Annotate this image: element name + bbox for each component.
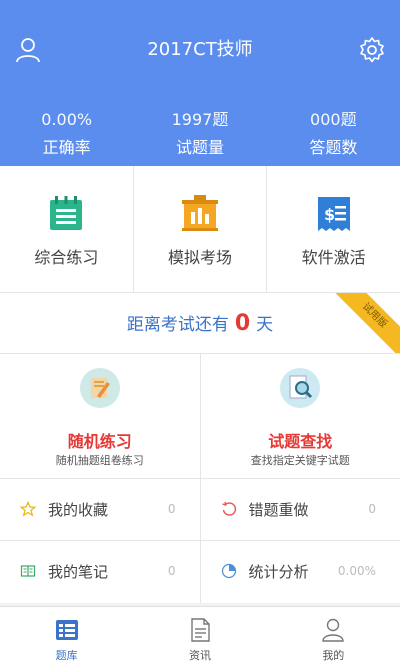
stat-value: 000题 [267, 108, 400, 132]
stat-answered-count: 000题 答题数 [267, 108, 400, 160]
tile-subtitle: 查找指定关键字试题 [201, 452, 400, 468]
countdown-days: 0 [235, 311, 250, 336]
tab-news[interactable]: 资讯 [133, 607, 266, 667]
bottom-tab-bar: 题库 资讯 我的 [0, 606, 400, 667]
mode-label: 软件激活 [267, 244, 400, 268]
countdown-prefix: 距离考试还有 [127, 315, 229, 335]
tab-label: 资讯 [133, 647, 266, 663]
list-item-label: 统计分析 [249, 561, 309, 582]
list-item-label: 错题重做 [249, 499, 309, 520]
stat-value: 0.00% [0, 108, 133, 132]
countdown-text: 距离考试还有 0天 [0, 310, 400, 336]
random-practice-tile[interactable]: 随机练习 随机抽题组卷练习 [0, 354, 201, 478]
tab-question-bank[interactable]: 题库 [0, 607, 133, 667]
stats-row: 0.00% 正确率 1997题 试题量 000题 答题数 [0, 108, 400, 160]
list-item-value: 0 [168, 502, 176, 516]
tab-profile[interactable]: 我的 [267, 607, 400, 667]
app-header: 2017CT技师 0.00% 正确率 1997题 试题量 000题 答题数 [0, 0, 400, 166]
exam-countdown: 距离考试还有0天 试用版 [0, 293, 400, 354]
stat-label: 正确率 [0, 136, 133, 160]
search-document-icon [280, 368, 320, 408]
list-item-label: 我的收藏 [48, 499, 108, 520]
news-icon [187, 617, 213, 643]
mode-label: 模拟考场 [134, 244, 267, 268]
stat-accuracy: 0.00% 正确率 [0, 108, 133, 160]
app-title: 2017CT技师 [0, 36, 400, 64]
mode-software-activation[interactable]: $ 软件激活 [267, 166, 400, 292]
gear-icon[interactable] [358, 36, 386, 64]
question-bank-icon [54, 617, 80, 643]
list-item-value: 0 [168, 564, 176, 578]
stat-question-count: 1997题 试题量 [133, 108, 266, 160]
notes-icon [20, 563, 36, 579]
receipt-icon: $ [314, 194, 354, 234]
stat-label: 答题数 [267, 136, 400, 160]
random-practice-icon [80, 368, 120, 408]
pie-chart-icon [221, 563, 237, 579]
mode-comprehensive-practice[interactable]: 综合练习 [0, 166, 134, 292]
stat-value: 1997题 [133, 108, 266, 132]
mode-label: 综合练习 [0, 244, 133, 268]
tile-title: 随机练习 [0, 428, 200, 452]
mode-mock-exam[interactable]: 模拟考场 [134, 166, 268, 292]
exam-board-icon [180, 194, 220, 234]
profile-icon [320, 617, 346, 643]
tile-subtitle: 随机抽题组卷练习 [0, 452, 200, 468]
search-questions-tile[interactable]: 试题查找 查找指定关键字试题 [201, 354, 400, 478]
mode-grid: 综合练习 模拟考场 $ 软件激活 [0, 166, 400, 293]
list-item-redo-mistakes[interactable]: 错题重做 0 [201, 479, 400, 540]
stat-label: 试题量 [133, 136, 266, 160]
svg-text:$: $ [324, 205, 335, 224]
list-item-statistics[interactable]: 统计分析 0.00% [201, 541, 400, 603]
tab-label: 题库 [0, 647, 133, 663]
list-row: 我的笔记 0 统计分析 0.00% [0, 541, 400, 603]
tab-label: 我的 [267, 647, 400, 663]
list-item-label: 我的笔记 [48, 561, 108, 582]
notebook-icon [46, 194, 86, 234]
list-item-notes[interactable]: 我的笔记 0 [0, 541, 201, 603]
list-row: 我的收藏 0 错题重做 0 [0, 479, 400, 541]
redo-icon [221, 501, 237, 517]
list-item-value: 0.00% [338, 564, 376, 578]
list-item-favorites[interactable]: 我的收藏 0 [0, 479, 201, 540]
countdown-suffix: 天 [256, 315, 273, 335]
feature-list: 我的收藏 0 错题重做 0 我的笔记 0 [0, 479, 400, 603]
tile-title: 试题查找 [201, 428, 400, 452]
practice-tiles: 随机练习 随机抽题组卷练习 试题查找 查找指定关键字试题 [0, 354, 400, 479]
star-icon [20, 501, 36, 517]
list-item-value: 0 [368, 502, 376, 516]
